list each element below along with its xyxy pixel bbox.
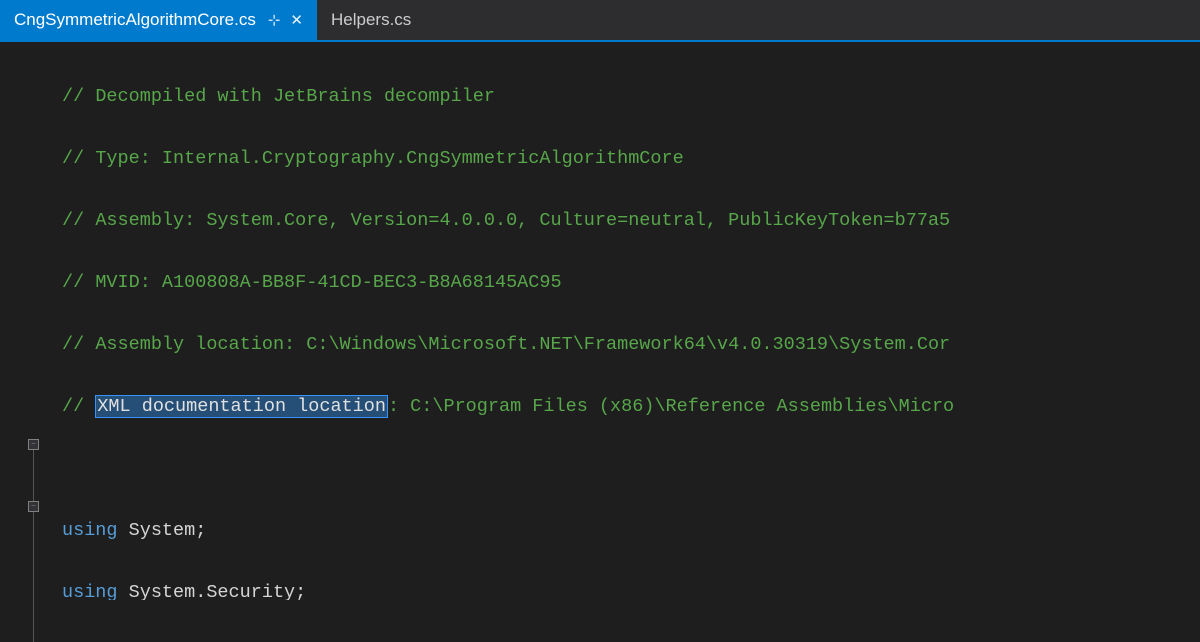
gutter: − − [0,42,42,600]
editor-area: − − // Decompiled with JetBrains decompi… [0,42,1200,600]
fold-guide-line [33,512,34,642]
code-line: // XML documentation location: C:\Progra… [62,391,1200,422]
code-editor[interactable]: // Decompiled with JetBrains decompiler … [42,42,1200,600]
keyword-using: using [62,520,118,541]
code-line: // MVID: A100808A-BB8F-41CD-BEC3-B8A6814… [62,267,1200,298]
comment-text: Decompiled with JetBrains decompiler [95,86,495,107]
code-line: // Assembly location: C:\Windows\Microso… [62,329,1200,360]
pin-icon[interactable]: ⊹ [268,11,281,29]
fold-guide-line [33,450,34,505]
blank-line [62,453,1200,484]
tab-icons: ⊹ ✕ [268,11,303,29]
code-line: // Decompiled with JetBrains decompiler [62,81,1200,112]
code-line: using System; [62,515,1200,546]
tab-inactive-file[interactable]: Helpers.cs [317,0,425,40]
code-line: // Type: Internal.Cryptography.CngSymmet… [62,143,1200,174]
code-line: using System.Security; [62,577,1200,600]
tab-active-file[interactable]: CngSymmetricAlgorithmCore.cs ⊹ ✕ [0,0,317,40]
close-icon[interactable]: ✕ [290,11,303,29]
fold-toggle-icon[interactable]: − [28,501,39,512]
tab-label: Helpers.cs [331,10,411,30]
comment: // [62,86,95,107]
text-selection: XML documentation location [95,395,388,418]
code-line: // Assembly: System.Core, Version=4.0.0.… [62,205,1200,236]
tab-label: CngSymmetricAlgorithmCore.cs [14,10,256,30]
tab-bar: CngSymmetricAlgorithmCore.cs ⊹ ✕ Helpers… [0,0,1200,42]
fold-toggle-icon[interactable]: − [28,439,39,450]
